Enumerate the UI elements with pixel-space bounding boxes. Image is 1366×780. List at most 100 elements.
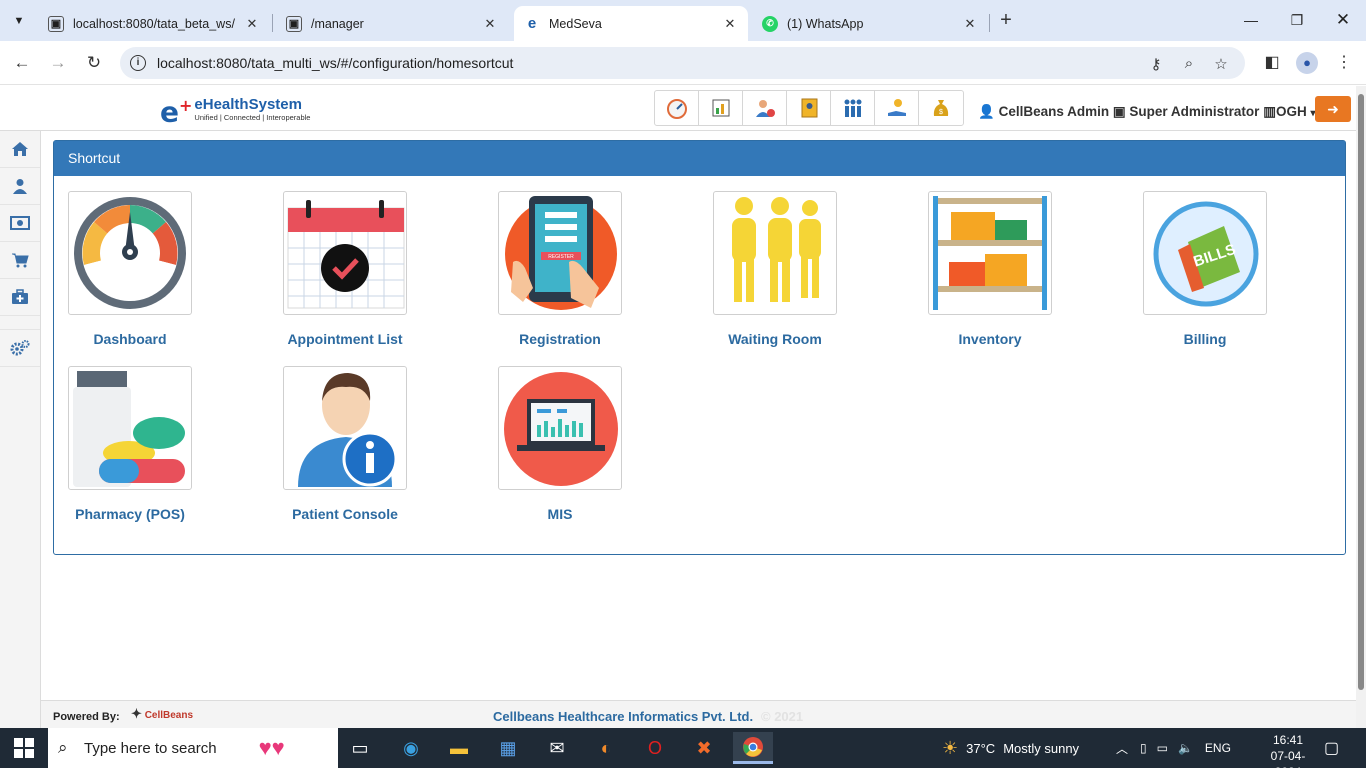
browser-tab-2[interactable]: ▣ /manager ✕ [276, 6, 508, 41]
forward-arrow-icon[interactable]: → [45, 50, 71, 76]
microsoft-store-icon[interactable]: ▦ [488, 732, 528, 764]
more-menu-icon[interactable]: ⋮ [1333, 52, 1355, 74]
page-scrollbar[interactable] [1356, 86, 1366, 728]
cellbeans-mark-icon: ✦ [131, 706, 142, 721]
quick-icons-bar: $ [654, 90, 964, 126]
sidebar [0, 131, 41, 728]
chrome-icon[interactable] [733, 732, 773, 764]
partly-sunny-icon: ☀ [942, 737, 959, 758]
side-panel-icon[interactable]: ◧ [1261, 52, 1283, 74]
ehealth-logo[interactable]: e+ eHealthSystem Unified | Connected | I… [160, 93, 310, 126]
app-header: e+ eHealthSystem Unified | Connected | I… [0, 86, 1356, 131]
close-icon[interactable]: ✕ [244, 16, 260, 32]
zoom-icon[interactable]: ⌕ [1180, 55, 1198, 73]
people-group-icon[interactable] [831, 91, 875, 125]
password-key-icon[interactable]: ⚷ [1147, 55, 1165, 73]
scrollbar-thumb[interactable] [1358, 94, 1364, 690]
address-bar[interactable]: i localhost:8080/tata_multi_ws/#/configu… [120, 47, 1245, 79]
tab-separator [272, 14, 273, 32]
browser-tab-3[interactable]: e MedSeva ✕ [514, 6, 748, 41]
minimize-icon[interactable]: — [1228, 0, 1274, 40]
windows-start-icon[interactable] [14, 738, 34, 758]
tile-label[interactable]: MIS [484, 506, 636, 522]
file-explorer-icon[interactable]: ▬ [439, 732, 479, 764]
tab-title: MedSeva [549, 16, 602, 31]
browser-tab-strip: ▼ ▣ localhost:8080/tata_beta_ws/ ✕ ▣ /ma… [0, 0, 1366, 41]
dashboard-gauge-icon [68, 191, 192, 315]
sidebar-item-home[interactable] [0, 131, 40, 168]
tab-search-chevron-icon[interactable]: ▼ [6, 8, 32, 34]
new-tab-plus-icon[interactable]: + [995, 9, 1017, 31]
tile-label[interactable]: Patient Console [269, 506, 421, 522]
role-badge-icon: ▣ [1112, 104, 1126, 119]
browser-tab-4[interactable]: ✆ (1) WhatsApp ✕ [752, 6, 988, 41]
search-highlight-icon: ♥♥ [258, 735, 285, 760]
hand-money-icon[interactable] [875, 91, 919, 125]
user-icon: 👤 [978, 104, 995, 119]
whatsapp-icon: ✆ [762, 15, 778, 32]
device-icon[interactable]: ▯ [1140, 741, 1147, 755]
restore-icon[interactable]: ❐ [1274, 0, 1320, 40]
contacts-book-icon[interactable] [787, 91, 831, 125]
user-name: CellBeans Admin [998, 104, 1110, 119]
clock-date: 07-04-2024 [1270, 749, 1306, 779]
xampp-icon[interactable]: ✖ [684, 732, 724, 764]
system-tray: ︿ ▯ ▭ 🔈 ENG [1116, 728, 1231, 768]
sidebar-item-cart[interactable] [0, 242, 40, 279]
input-language[interactable]: ENG [1205, 741, 1231, 755]
sidebar-item-doctor[interactable] [0, 168, 40, 205]
site-info-icon[interactable]: i [130, 55, 146, 71]
calendar-check-icon [283, 191, 407, 315]
close-icon[interactable]: ✕ [482, 16, 498, 32]
taskbar-search[interactable]: ⌕ Type here to search ♥♥ [48, 728, 338, 768]
tile-label[interactable]: Inventory [914, 331, 1066, 347]
network-icon[interactable]: ▭ [1157, 741, 1168, 755]
settings-gears-icon [10, 340, 30, 356]
sidebar-item-medical-kit[interactable] [0, 279, 40, 316]
bookmark-star-icon[interactable]: ☆ [1212, 55, 1230, 73]
tile-label[interactable]: Waiting Room [699, 331, 851, 347]
window-close-icon[interactable]: ✕ [1320, 0, 1366, 40]
cart-icon [12, 253, 29, 268]
show-hidden-chevron-icon[interactable]: ︿ [1116, 740, 1128, 757]
notifications-icon[interactable]: ▢ [1324, 728, 1339, 768]
sidebar-divider [0, 316, 40, 330]
dashboard-gauge-icon[interactable] [655, 91, 699, 125]
powered-by-label: Powered By: [53, 711, 120, 723]
report-chart-icon[interactable] [699, 91, 743, 125]
add-patient-icon[interactable] [743, 91, 787, 125]
weather-temp: 37°C [966, 740, 996, 756]
user-info[interactable]: 👤 CellBeans Admin ▣ Super Administrator … [978, 104, 1316, 120]
laptop-chart-icon [498, 366, 622, 490]
mail-icon[interactable]: ✉ [537, 732, 577, 764]
people-waiting-icon [713, 191, 837, 315]
address-url[interactable]: localhost:8080/tata_multi_ws/#/configura… [157, 55, 513, 71]
tile-label[interactable]: Appointment List [269, 331, 421, 347]
volume-icon[interactable]: 🔈 [1178, 741, 1193, 755]
tile-label[interactable]: Dashboard [54, 331, 206, 347]
svg-text:$: $ [939, 109, 943, 116]
back-arrow-icon[interactable]: ← [9, 50, 35, 76]
tile-label[interactable]: Billing [1129, 331, 1281, 347]
edge-browser-icon[interactable]: ◉ [391, 732, 431, 764]
image-icon: ▣ [48, 15, 64, 32]
logout-button[interactable]: ➜ [1315, 96, 1351, 122]
money-bag-icon[interactable]: $ [919, 91, 963, 125]
clock-time: 16:41 [1272, 733, 1304, 747]
close-icon[interactable]: ✕ [722, 16, 738, 32]
task-view-icon[interactable]: ▭ [340, 732, 380, 764]
sidebar-item-billing[interactable] [0, 205, 40, 242]
opera-icon[interactable]: O [635, 732, 675, 764]
tab-title: /manager [311, 16, 364, 31]
browser-toolbar: ← → ↻ i localhost:8080/tata_multi_ws/#/c… [0, 41, 1366, 85]
tile-label[interactable]: Pharmacy (POS) [54, 506, 206, 522]
browser-tab-1[interactable]: ▣ localhost:8080/tata_beta_ws/ ✕ [38, 6, 270, 41]
firefox-icon[interactable]: ◐ [586, 732, 626, 764]
reload-icon[interactable]: ↻ [81, 50, 107, 76]
sidebar-item-settings[interactable] [0, 330, 40, 367]
taskbar-clock[interactable]: 16:41 07-04-2024 [1258, 732, 1318, 780]
weather-widget[interactable]: ☀ 37°C Mostly sunny [942, 728, 1079, 768]
profile-avatar-icon[interactable]: ● [1296, 52, 1318, 74]
close-icon[interactable]: ✕ [962, 16, 978, 32]
tile-label[interactable]: Registration [484, 331, 636, 347]
